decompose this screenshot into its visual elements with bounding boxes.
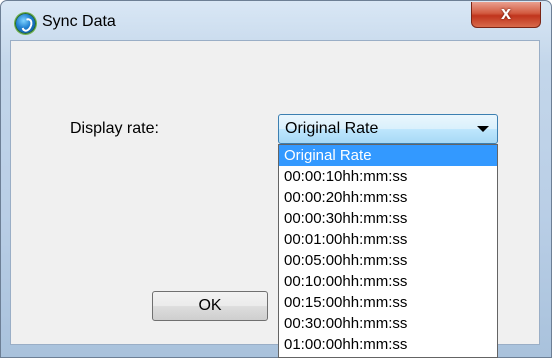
ok-button[interactable]: OK bbox=[152, 291, 268, 321]
dropdown-option[interactable]: 00:01:00hh:mm:ss bbox=[279, 229, 497, 250]
display-rate-dropdown-list[interactable]: Original Rate 00:00:10hh:mm:ss 00:00:20h… bbox=[278, 144, 498, 358]
display-rate-label: Display rate: bbox=[70, 120, 159, 137]
display-rate-value: Original Rate bbox=[285, 120, 379, 137]
dropdown-option[interactable]: 01:00:00hh:mm:ss bbox=[279, 334, 497, 355]
title-bar[interactable]: Sync Data x bbox=[1, 1, 552, 41]
dropdown-option[interactable]: 00:00:30hh:mm:ss bbox=[279, 208, 497, 229]
close-icon: x bbox=[500, 3, 511, 23]
window-title: Sync Data bbox=[42, 13, 116, 30]
dropdown-option[interactable]: 00:00:10hh:mm:ss bbox=[279, 166, 497, 187]
dropdown-option[interactable]: 00:05:00hh:mm:ss bbox=[279, 250, 497, 271]
display-rate-select[interactable]: Original Rate bbox=[278, 114, 498, 144]
dropdown-option[interactable]: 00:30:00hh:mm:ss bbox=[279, 313, 497, 334]
sync-app-icon bbox=[15, 13, 36, 34]
dropdown-option[interactable]: 00:10:00hh:mm:ss bbox=[279, 271, 497, 292]
dropdown-option[interactable]: 00:00:20hh:mm:ss bbox=[279, 187, 497, 208]
chevron-down-icon[interactable] bbox=[477, 126, 489, 132]
dropdown-option[interactable]: Original Rate bbox=[279, 145, 497, 166]
dropdown-option[interactable]: 00:15:00hh:mm:ss bbox=[279, 292, 497, 313]
close-button[interactable]: x bbox=[471, 2, 541, 28]
